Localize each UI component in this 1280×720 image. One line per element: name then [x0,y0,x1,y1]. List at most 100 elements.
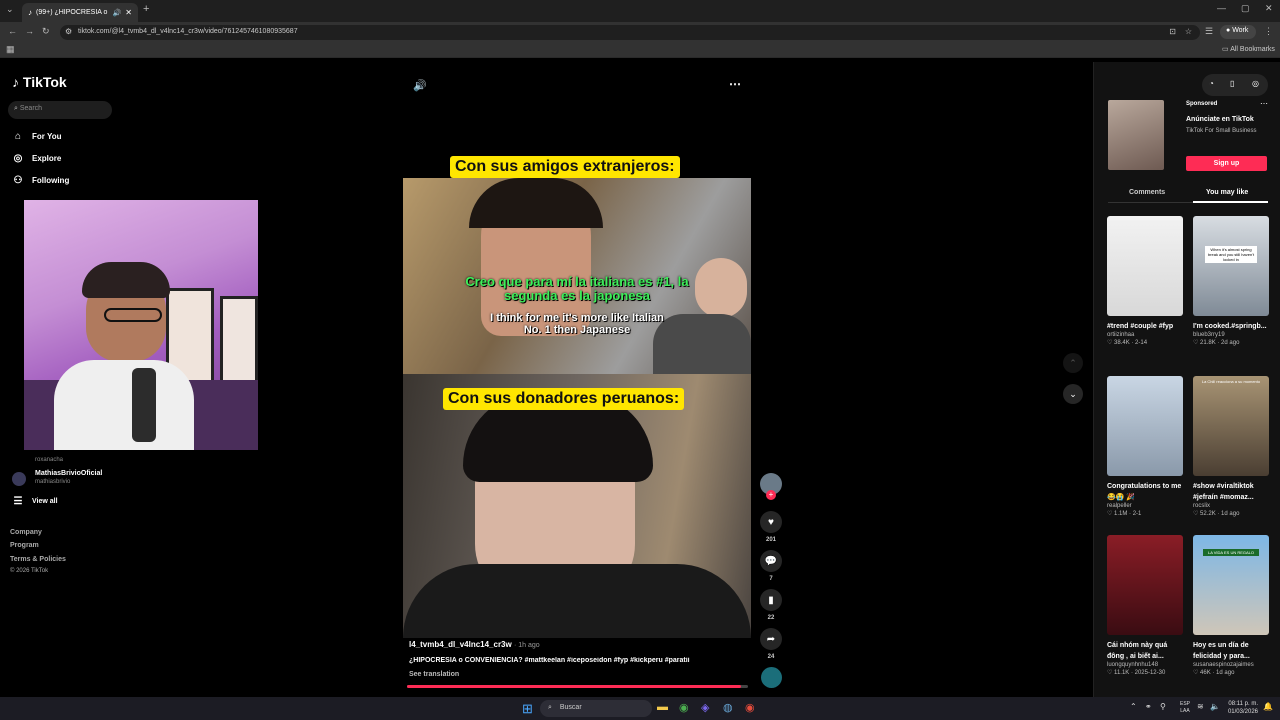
video-progress-track[interactable] [407,685,748,688]
comment-action[interactable]: 💬 7 [760,550,782,582]
video-author-row: l4_tvmb4_dl_v4lnc14_cr3w · 1h ago [409,640,540,649]
video-caption-top: Con sus amigos extranjeros: [450,156,680,178]
following-account-name[interactable]: MathiasBrivioOficial [35,470,102,477]
notification-icon[interactable]: 🔔 [1263,702,1273,711]
ad-title: Anúnciate en TikTok [1186,116,1254,123]
bookmark-star-icon[interactable]: ☆ [1185,27,1192,36]
mini-player-icon[interactable]: ◔ [1209,79,1214,88]
ad-more-icon[interactable]: ⋯ [1260,99,1268,108]
search-input[interactable]: ⌕ Search [8,101,112,119]
browser-tab[interactable]: ♪ (99+) ¿HIPOCRESÍA o CON 🔊 ✕ [22,3,138,22]
like-action[interactable]: ♥ 201 [760,511,782,543]
new-tab-icon[interactable]: + [143,3,149,15]
tab-you-may-like[interactable]: You may like [1206,189,1248,196]
bookmarks-bar: ▦ ▭ All Bookmarks [0,42,1280,58]
chrome-icon[interactable]: ◉ [679,701,689,714]
video-card[interactable]: Congratulations to me😂😭 🎉 realpeller ♡ 1.1… [1107,376,1183,517]
tab-search-icon[interactable]: ⌄ [6,4,14,15]
window-close-icon[interactable]: ✕ [1265,3,1273,14]
music-disc-icon[interactable] [761,667,782,688]
tiktok-logo[interactable]: ♪ TikTok [12,74,67,90]
video-card[interactable]: When it's almost spring break and you st… [1193,216,1269,346]
file-explorer-icon[interactable]: ▬ [657,701,668,713]
url-field[interactable]: ⚙ tiktok.com/@l4_tvmb4_dl_v4lnc14_cr3w/v… [60,25,1200,40]
comment-icon: 💬 [760,550,782,572]
see-translation-link[interactable]: See translation [409,671,459,678]
video-player[interactable]: Con sus amigos extranjeros: Creo que par… [403,150,751,638]
volume-icon[interactable]: 🔊 [413,79,427,92]
video-scene-bottom [403,374,751,638]
thumbnail-text: LA VIDA ES UN REGALO [1203,549,1259,556]
heart-icon: ♥ [760,511,782,533]
avatar[interactable] [12,472,26,486]
device-icon[interactable]: ▯ [1230,79,1234,88]
panel-toolbar: ◔ ▯ ◎ [1202,74,1268,96]
site-info-icon[interactable]: ⚙ [65,27,72,36]
nav-explore[interactable]: ◎ Explore [12,153,62,164]
subtitle-spanish: Creo que para mí la italiana es #1, la s… [465,274,689,303]
subtitle-english: I think for me it's more like Italian No… [490,312,664,336]
steam-icon[interactable]: ◍ [723,701,733,714]
video-card[interactable]: Cái nhóm này quá đông , ai biết ai... luo… [1107,535,1183,676]
copyright: © 2026 TikTok [10,568,49,574]
forward-icon[interactable]: → [25,26,34,36]
tray-mic-icon[interactable]: ⚲ [1160,702,1166,711]
minimize-icon[interactable]: — [1217,3,1226,13]
follow-plus-icon[interactable]: + [766,490,776,500]
share-action[interactable]: ➦ 24 [760,628,782,660]
windows-start-icon[interactable]: ⊞ [522,701,533,717]
more-options-icon[interactable]: ⋯ [729,77,741,91]
footer-program[interactable]: Program [10,542,39,549]
video-author[interactable]: l4_tvmb4_dl_v4lnc14_cr3w [409,640,512,649]
thumbnail-text: When it's almost spring break and you st… [1205,246,1257,263]
reload-icon[interactable]: ↻ [42,26,50,37]
previous-video-icon[interactable]: ⌃ [1063,353,1083,373]
chat-icon[interactable]: ◎ [1252,79,1259,88]
tab-close-icon[interactable]: ✕ [125,8,132,17]
streamer-shirt [54,360,194,450]
extensions-icon[interactable]: ☰ [1205,26,1213,37]
video-progress-fill [407,685,742,688]
ad-thumbnail[interactable] [1108,100,1164,170]
maximize-icon[interactable]: ▢ [1241,3,1250,14]
footer-terms[interactable]: Terms & Policies [10,556,66,563]
clock[interactable]: 08:11 p. m. 01/03/2026 [1224,700,1258,716]
next-video-icon[interactable]: ⌄ [1063,384,1083,404]
menu-icon[interactable]: ⋮ [1264,26,1273,37]
language-indicator[interactable]: ESP LAA [1176,701,1194,715]
video-card[interactable]: #trend #couple #fyp ortiizinhaa ♡ 38.4K · … [1107,216,1183,346]
footer-company[interactable]: Company [10,529,42,536]
save-action[interactable]: ▮ 22 [760,589,782,621]
video-thumbnail [1107,216,1183,316]
video-card[interactable]: La Chill reacciona a su momento #show #v… [1193,376,1269,517]
tab-comments[interactable]: Comments [1129,189,1165,196]
nav-following[interactable]: ⚇ Following [12,175,70,186]
folder-icon: ▭ [1222,46,1229,53]
list-icon: ☰ [13,496,23,507]
profile-button[interactable]: ● Work [1220,25,1256,39]
discord-icon[interactable]: ◈ [701,701,709,714]
taskbar-search[interactable]: ⌕ Buscar [540,700,652,717]
volume-tray-icon[interactable]: 🔈 [1210,702,1220,711]
wifi-icon[interactable]: ≋ [1197,702,1204,711]
video-card[interactable]: LA VIDA ES UN REGALO Hoy es un día de fe… [1193,535,1269,676]
thumbnail-text: La Chill reacciona a su momento [1201,379,1261,384]
video-thumbnail: When it's almost spring break and you st… [1193,216,1269,316]
tray-network-icon[interactable]: ⚭ [1145,702,1152,711]
install-icon[interactable]: ⊡ [1169,27,1176,36]
back-icon[interactable]: ← [8,26,17,36]
nav-for-you[interactable]: ⌂ For You [12,131,62,142]
video-time: 1h ago [518,642,540,649]
view-all-button[interactable]: ☰ View all [12,496,58,507]
apps-icon[interactable]: ▦ [6,44,15,55]
all-bookmarks[interactable]: ▭ All Bookmarks [1222,45,1275,53]
sponsored-tag: Sponsored [1186,101,1218,107]
active-tab-indicator [1193,201,1268,203]
windows-taskbar: ⊞ ⌕ Buscar ▬ ◉ ◈ ◍ ◉ ⌃ ⚭ ⚲ ESP LAA ≋ 🔈 0… [0,697,1280,720]
chrome-active-icon[interactable]: ◉ [745,701,755,714]
profile-avatar-icon: ● [1226,27,1231,34]
ad-signup-button[interactable]: Sign up [1186,156,1267,171]
tray-chevron-icon[interactable]: ⌃ [1130,702,1137,711]
bookmark-icon: ▮ [760,589,782,611]
compass-icon: ◎ [13,153,23,164]
